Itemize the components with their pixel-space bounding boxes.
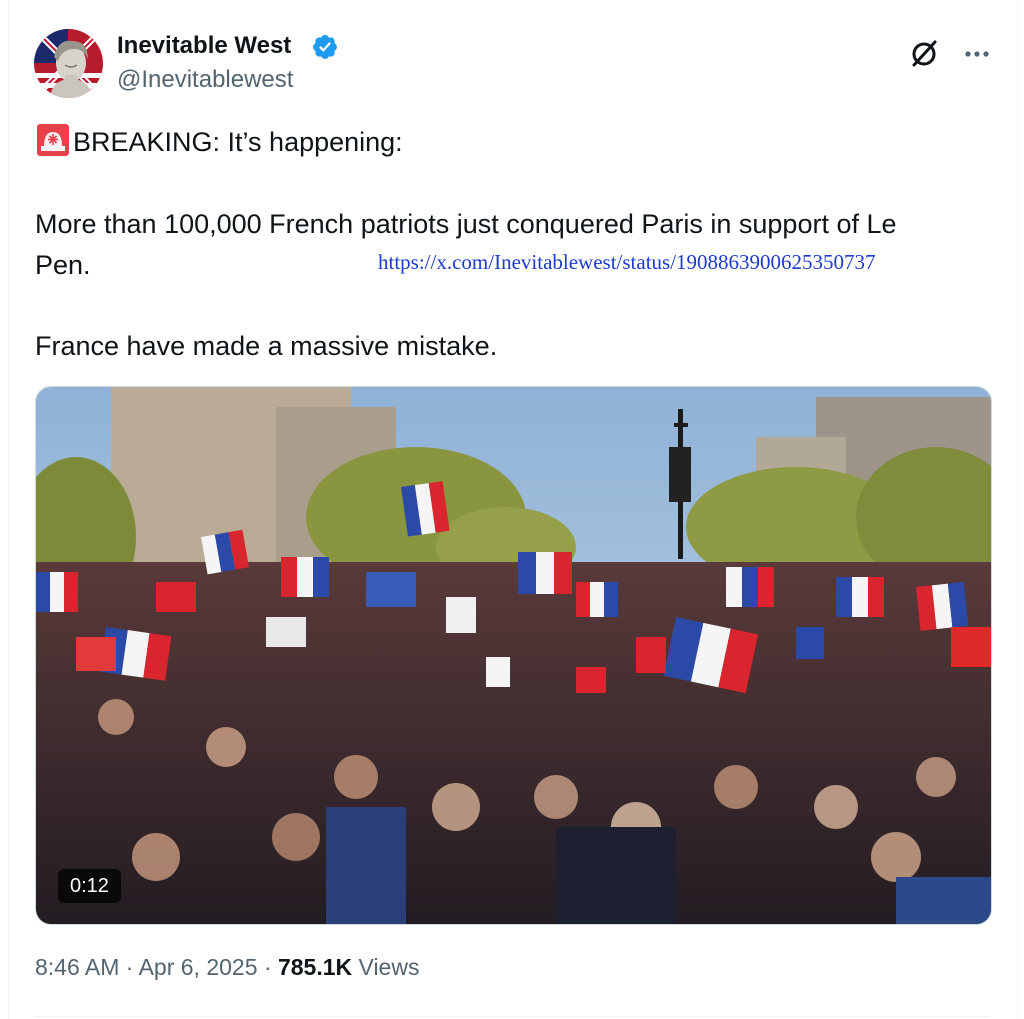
crowd-scene-thumbnail bbox=[36, 387, 991, 924]
author-handle[interactable]: @Inevitablewest bbox=[117, 66, 293, 94]
author-avatar[interactable] bbox=[34, 29, 103, 98]
tweet-text-line-2: More than 100,000 French patriots just c… bbox=[35, 209, 897, 239]
video-duration-badge: 0:12 bbox=[58, 869, 121, 903]
meta-divider bbox=[35, 1016, 989, 1017]
card-left-border bbox=[8, 0, 9, 1019]
tweet-text-line-1: BREAKING: It’s happening: bbox=[35, 124, 403, 165]
video-player[interactable] bbox=[35, 386, 992, 925]
more-options-icon[interactable] bbox=[960, 39, 994, 69]
verified-badge-icon bbox=[311, 33, 339, 61]
meta-separator-1: · bbox=[125, 954, 134, 980]
tweet-meta: 8:46 AM · Apr 6, 2025 · 785.1K Views bbox=[35, 954, 419, 981]
author-name[interactable]: Inevitable West bbox=[117, 32, 291, 60]
meta-separator-2: · bbox=[263, 954, 272, 980]
tweet-date[interactable]: Apr 6, 2025 bbox=[139, 954, 258, 980]
siren-icon bbox=[35, 124, 71, 165]
tweet-url-link[interactable]: https://x.com/Inevitablewest/status/1908… bbox=[378, 250, 876, 275]
grok-icon[interactable] bbox=[906, 36, 942, 72]
statue-bust-avatar-icon bbox=[34, 29, 103, 98]
card-right-border bbox=[1017, 0, 1018, 1019]
tweet-text-line-3: Pen. bbox=[35, 250, 91, 280]
views-count[interactable]: 785.1K bbox=[278, 954, 352, 980]
tweet-time[interactable]: 8:46 AM bbox=[35, 954, 119, 980]
tweet-text-line-4: France have made a massive mistake. bbox=[35, 331, 498, 361]
views-label: Views bbox=[358, 954, 420, 980]
tweet-breaking-text: BREAKING: It’s happening: bbox=[73, 127, 403, 157]
